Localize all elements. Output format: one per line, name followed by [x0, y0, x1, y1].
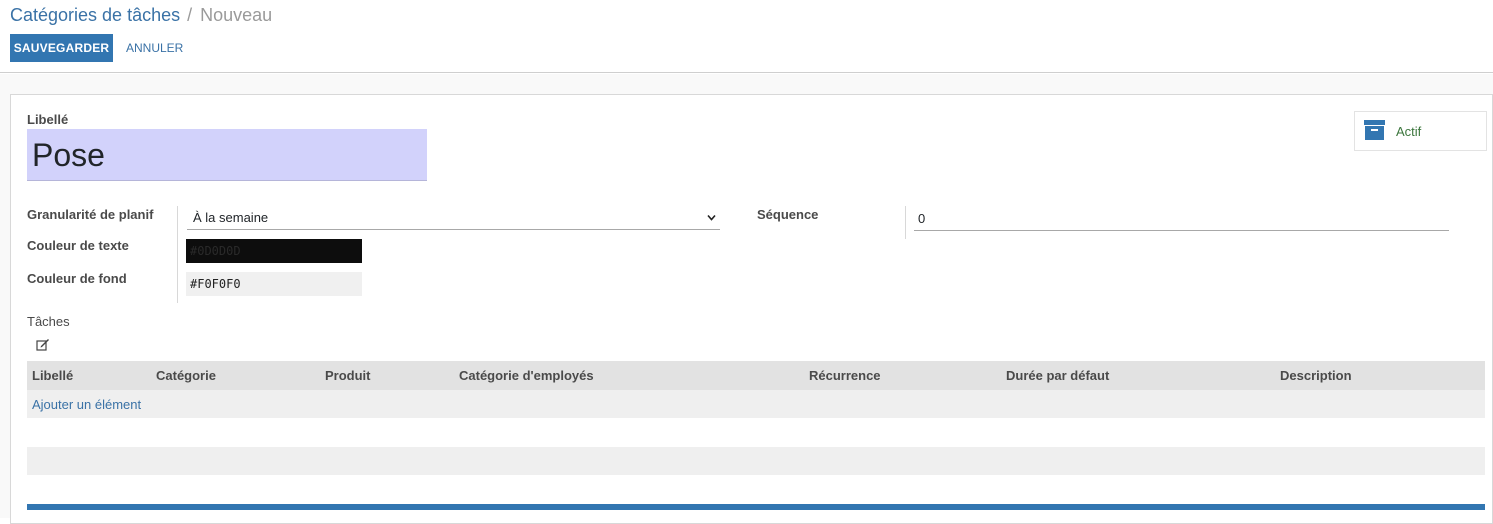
- text-color-label: Couleur de texte: [27, 238, 129, 253]
- text-color-input[interactable]: #0D0D0D: [186, 239, 362, 263]
- save-button[interactable]: SAUVEGARDER: [10, 34, 113, 62]
- table-row: [27, 475, 1485, 503]
- table-row: [27, 447, 1485, 475]
- cancel-button[interactable]: ANNULER: [126, 34, 183, 62]
- sequence-separator: [905, 206, 906, 239]
- column-header-categorie-employes[interactable]: Catégorie d'employés: [459, 368, 594, 383]
- active-toggle-button[interactable]: Actif: [1354, 111, 1487, 151]
- edit-icon[interactable]: [36, 338, 50, 352]
- breadcrumb: Catégories de tâches / Nouveau: [10, 5, 272, 25]
- tasks-label: Tâches: [27, 314, 70, 329]
- control-panel: Catégories de tâches / Nouveau SAUVEGARD…: [0, 0, 1493, 73]
- name-label: Libellé: [27, 112, 69, 127]
- column-header-recurrence[interactable]: Récurrence: [809, 368, 881, 383]
- table-row: Ajouter un élément: [27, 390, 1485, 418]
- granularity-label: Granularité de planif: [27, 207, 154, 222]
- column-header-description[interactable]: Description: [1280, 368, 1352, 383]
- sequence-label: Séquence: [757, 207, 819, 222]
- column-header-categorie[interactable]: Catégorie: [156, 368, 216, 383]
- column-header-duree-defaut[interactable]: Durée par défaut: [1006, 368, 1109, 383]
- table-row: [27, 418, 1485, 446]
- breadcrumb-separator: /: [187, 5, 193, 25]
- tasks-table-header: Libellé Catégorie Produit Catégorie d'em…: [27, 361, 1485, 390]
- breadcrumb-parent-link[interactable]: Catégories de tâches: [10, 5, 180, 25]
- name-input[interactable]: Pose: [27, 129, 427, 181]
- granularity-value: À la semaine: [193, 210, 269, 225]
- granularity-select[interactable]: À la semaine: [187, 206, 720, 230]
- column-header-produit[interactable]: Produit: [325, 368, 371, 383]
- breadcrumb-current: Nouveau: [200, 5, 273, 25]
- bg-color-label: Couleur de fond: [27, 271, 127, 286]
- bg-color-input[interactable]: #F0F0F0: [186, 272, 362, 296]
- sequence-input[interactable]: 0: [914, 206, 1449, 231]
- active-label: Actif: [1396, 124, 1422, 139]
- chevron-down-icon: [707, 214, 716, 221]
- section-bar: [27, 504, 1485, 510]
- add-item-link[interactable]: Ajouter un élément: [32, 397, 141, 412]
- group-separator: [177, 206, 178, 303]
- archive-icon: [1364, 120, 1385, 140]
- column-header-libelle[interactable]: Libellé: [32, 368, 73, 383]
